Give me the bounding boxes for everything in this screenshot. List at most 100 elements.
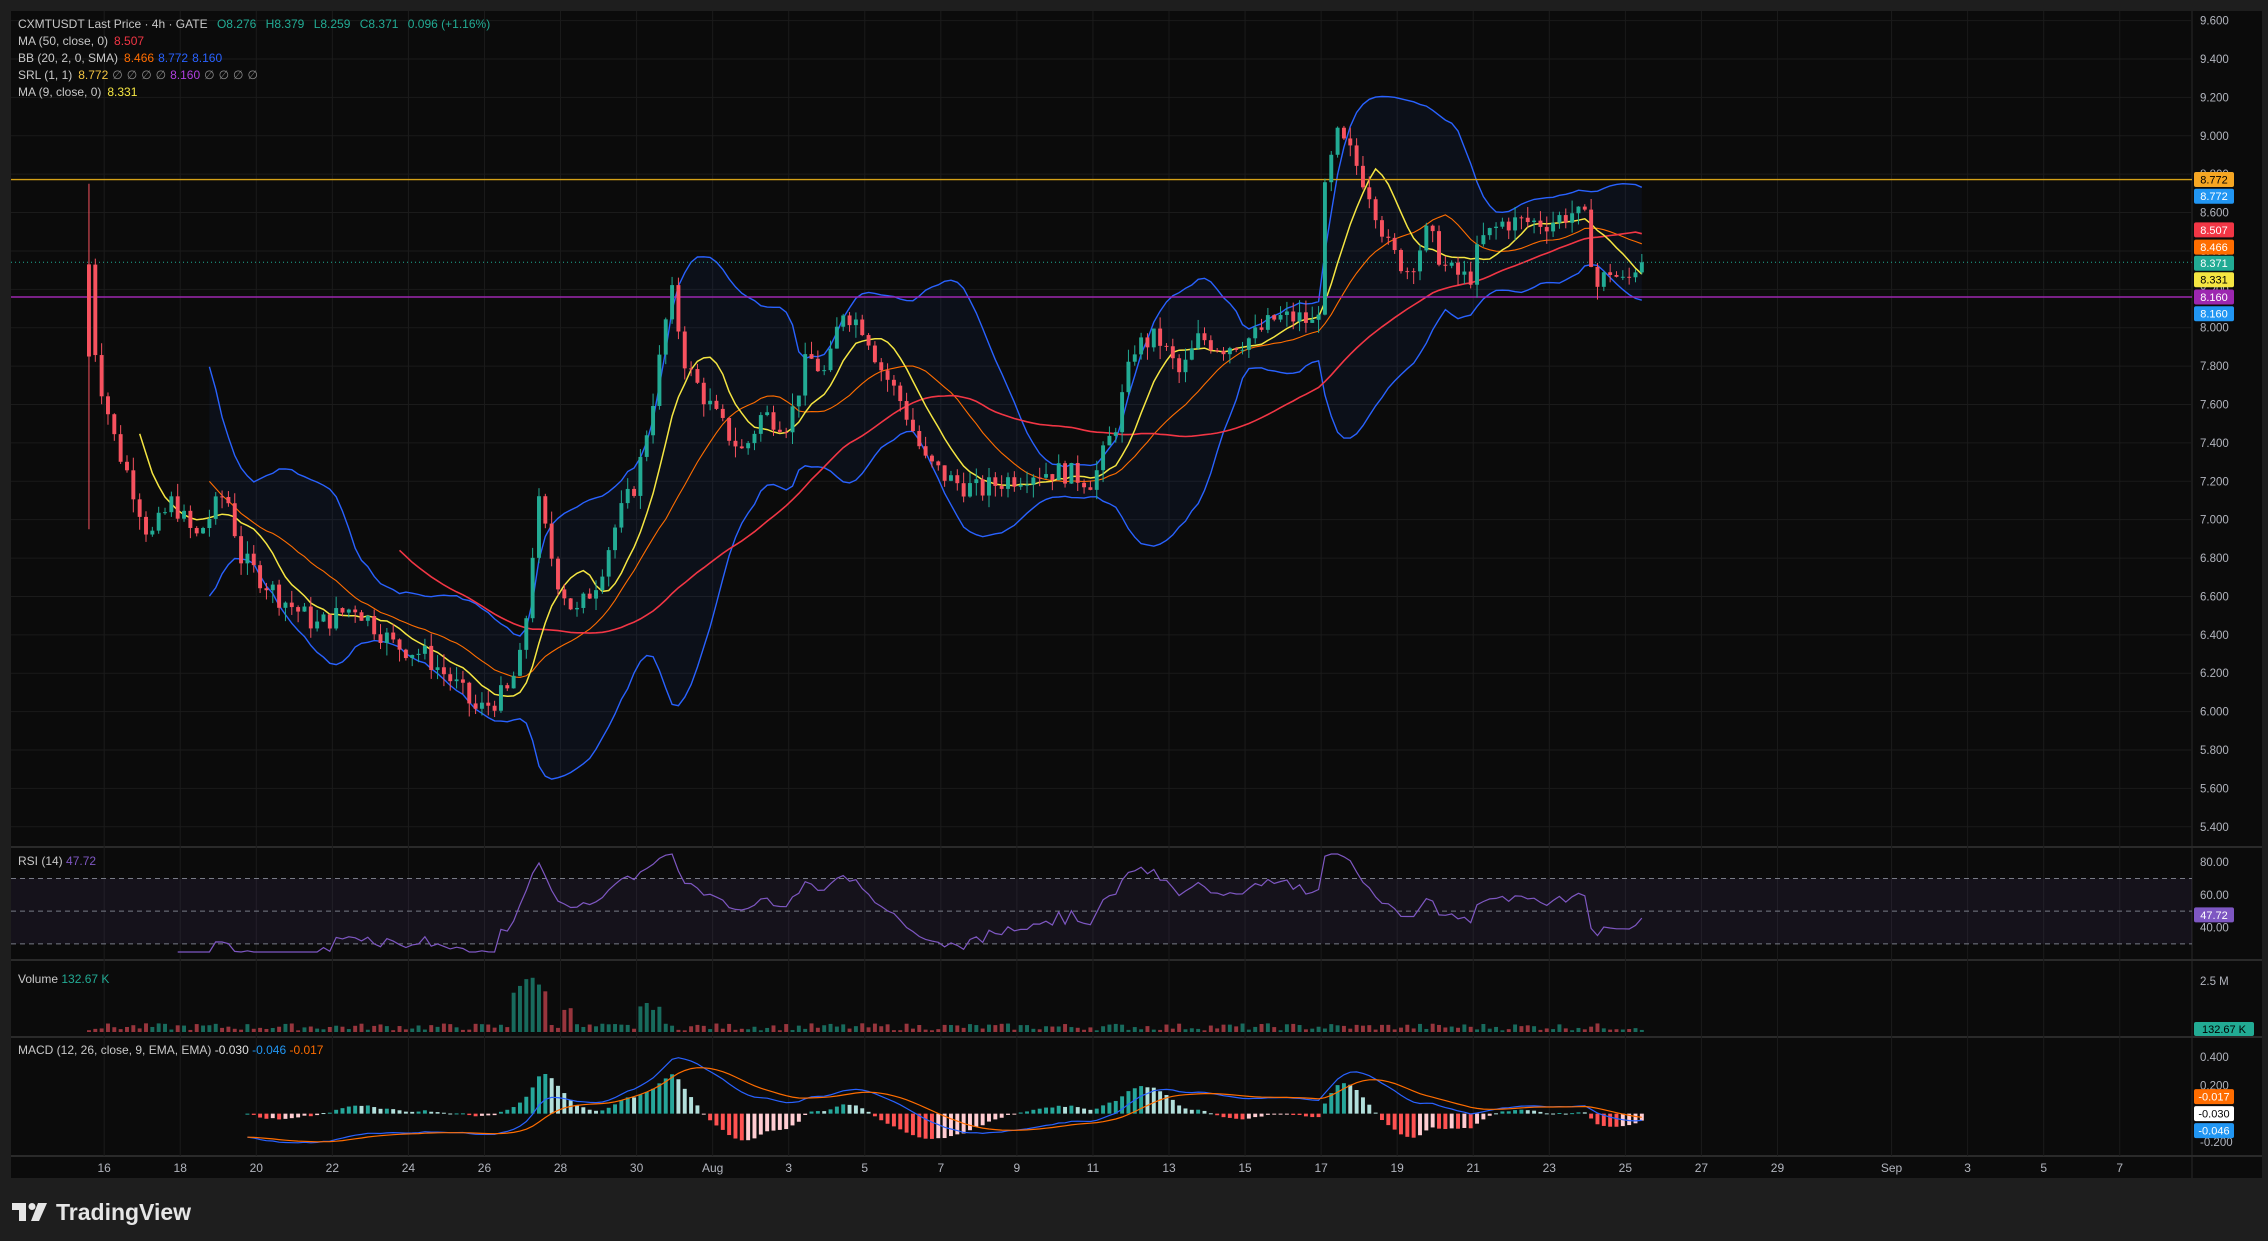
candle-body [1164,345,1169,347]
macd-histogram-bar [1284,1113,1289,1115]
macd-histogram-bar [1513,1110,1518,1114]
volume-bar [568,1008,573,1032]
volume-bar [644,1003,649,1032]
candle-body [904,401,909,420]
candle-body [245,553,250,564]
indicator-legend-row[interactable]: MA (50, close, 0) 8.507 [18,34,148,48]
candle-body [302,606,307,612]
candle-body [714,400,719,409]
macd-histogram-bar [1608,1113,1613,1127]
volume-bar [562,1009,567,1032]
candle-body [1468,271,1473,285]
volume-bar [163,1023,167,1032]
candle[interactable] [1399,248,1403,274]
volume-tick-label: 2.5 M [2200,976,2229,988]
candle-body [1360,165,1365,188]
candle[interactable] [543,493,548,529]
volume-bar [1348,1028,1353,1032]
candle[interactable] [1063,460,1068,488]
candle-body [112,414,117,435]
volume-bar [530,977,535,1032]
volume-bar [834,1026,839,1032]
volume-bar [1120,1024,1125,1032]
symbol-legend[interactable]: CXMTUSDT Last Price · 4h · GATE O8.276 H… [18,17,496,31]
volume-bar [1557,1024,1562,1032]
volume-bar [1329,1024,1334,1032]
chart-canvas[interactable]: 16 18 20 22 24 26 28 30 Aug 3 5 7 9 11 13 15 17 19 21 23 25 2… [0,0,2268,1241]
volume-bar [1101,1026,1106,1032]
macd-histogram-bar [815,1111,820,1114]
volume-bar [353,1025,358,1032]
price-label: 8.160 [2194,306,2234,322]
macd-histogram-bar [619,1100,624,1114]
price-tick-label: 8.000 [2200,323,2229,335]
volume-bar [1443,1027,1448,1032]
candle[interactable] [1069,462,1074,484]
candle-body [517,649,522,676]
candle-body [1544,226,1549,232]
candle-body [346,609,351,613]
tradingview-logo[interactable]: TradingView [12,1198,191,1226]
macd-histogram-bar [822,1111,827,1114]
macd-histogram-bar [1056,1105,1061,1114]
macd-histogram-bar [1468,1113,1473,1129]
macd-histogram-bar [1158,1091,1163,1114]
indicator-legend-row[interactable]: BB (20, 2, 0, SMA) 8.466 8.772 8.160 [18,51,226,65]
candle[interactable] [568,597,573,611]
volume-legend-value: 132.67 K [61,972,109,986]
candle-body [1189,348,1194,360]
indicator-value: ∅ [126,68,138,82]
candle-body [1462,271,1467,275]
brand-name: TradingView [56,1198,192,1225]
volume-bar [239,1029,244,1032]
macd-histogram-bar [632,1097,637,1114]
volume-bar [226,1026,231,1032]
macd-histogram-bar [600,1110,605,1114]
candle[interactable] [530,547,535,623]
volume-bar [308,1026,313,1032]
candle[interactable] [258,560,263,594]
volume-bar [1006,1023,1010,1032]
x-tick-label: 16 [97,1161,111,1175]
macd-histogram-bar [1392,1113,1397,1130]
indicator-legend-row[interactable]: MA (9, close, 0) 8.331 [18,85,141,99]
macd-histogram-bar [1538,1111,1543,1114]
candle[interactable] [657,345,662,410]
candle-body [815,358,820,372]
macd-value-label: -0.017 [2194,1089,2234,1105]
macd-histogram-bar [1253,1113,1258,1118]
candle[interactable] [93,258,98,362]
candle-body [334,608,339,629]
volume-bar [1145,1026,1150,1032]
volume-bar [670,1025,675,1032]
candle[interactable] [1322,178,1327,316]
candle[interactable] [1437,225,1441,267]
candle-body [866,335,871,346]
macd-histogram-bar [670,1074,675,1114]
volume-bar [194,1024,199,1032]
candle[interactable] [1424,222,1429,253]
indicator-value: ∅ [204,68,215,82]
macd-histogram-bar [321,1113,326,1115]
candle-body [587,593,592,599]
volume-bar [422,1029,427,1032]
candle-body [1234,348,1239,350]
macd-histogram-bar [701,1113,706,1115]
indicator-value: 8.160 [170,68,201,82]
indicator-legend-row[interactable]: SRL (1, 1) 8.772 ∅ ∅ ∅ ∅ 8.160 ∅ ∅ ∅ ∅ [18,68,262,82]
x-tick-label: 30 [630,1161,644,1175]
candle[interactable] [537,488,541,564]
candle-body [809,354,814,359]
volume-bar [467,1029,472,1032]
candle-body [695,369,700,383]
candle[interactable] [1341,125,1346,141]
candle-body [987,477,991,496]
candle-body [765,412,770,416]
macd-histogram-bar [771,1113,776,1131]
indicator-value: 8.507 [114,34,145,48]
macd-histogram-bar [1196,1109,1201,1114]
candle-body [1418,250,1422,272]
volume-bar [391,1030,396,1032]
candle[interactable] [1335,126,1340,158]
candle[interactable] [676,277,681,340]
